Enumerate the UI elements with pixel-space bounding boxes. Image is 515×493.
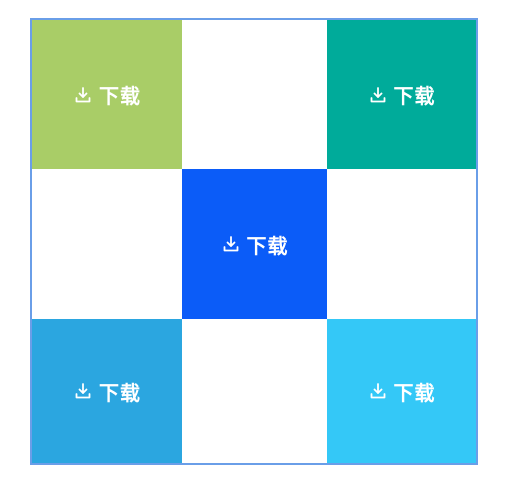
download-button[interactable]: 下载: [368, 377, 436, 406]
empty-tile-6: [327, 169, 476, 319]
download-tile-9[interactable]: 下载: [327, 319, 476, 463]
download-label: 下载: [246, 233, 289, 258]
download-button[interactable]: 下载: [73, 377, 141, 406]
download-label: 下载: [393, 84, 436, 108]
tile-grid: 下载 下载 下载 下载 下载: [30, 18, 478, 465]
download-label: 下载: [393, 380, 436, 405]
download-button[interactable]: 下载: [368, 80, 436, 109]
download-tile-7[interactable]: 下载: [32, 319, 182, 463]
download-icon: [73, 381, 93, 401]
download-button[interactable]: 下载: [73, 80, 141, 109]
download-label: 下载: [99, 84, 141, 108]
download-label: 下载: [99, 380, 141, 405]
download-icon: [368, 85, 388, 105]
download-tile-3[interactable]: 下载: [327, 20, 476, 169]
download-tile-1[interactable]: 下载: [32, 20, 182, 169]
download-tile-5[interactable]: 下载: [182, 169, 327, 319]
download-icon: [73, 85, 93, 105]
download-icon: [221, 234, 241, 254]
download-icon: [368, 381, 388, 401]
empty-tile-2: [182, 20, 327, 169]
empty-tile-4: [32, 169, 182, 319]
empty-tile-8: [182, 319, 327, 463]
download-button[interactable]: 下载: [221, 230, 289, 259]
